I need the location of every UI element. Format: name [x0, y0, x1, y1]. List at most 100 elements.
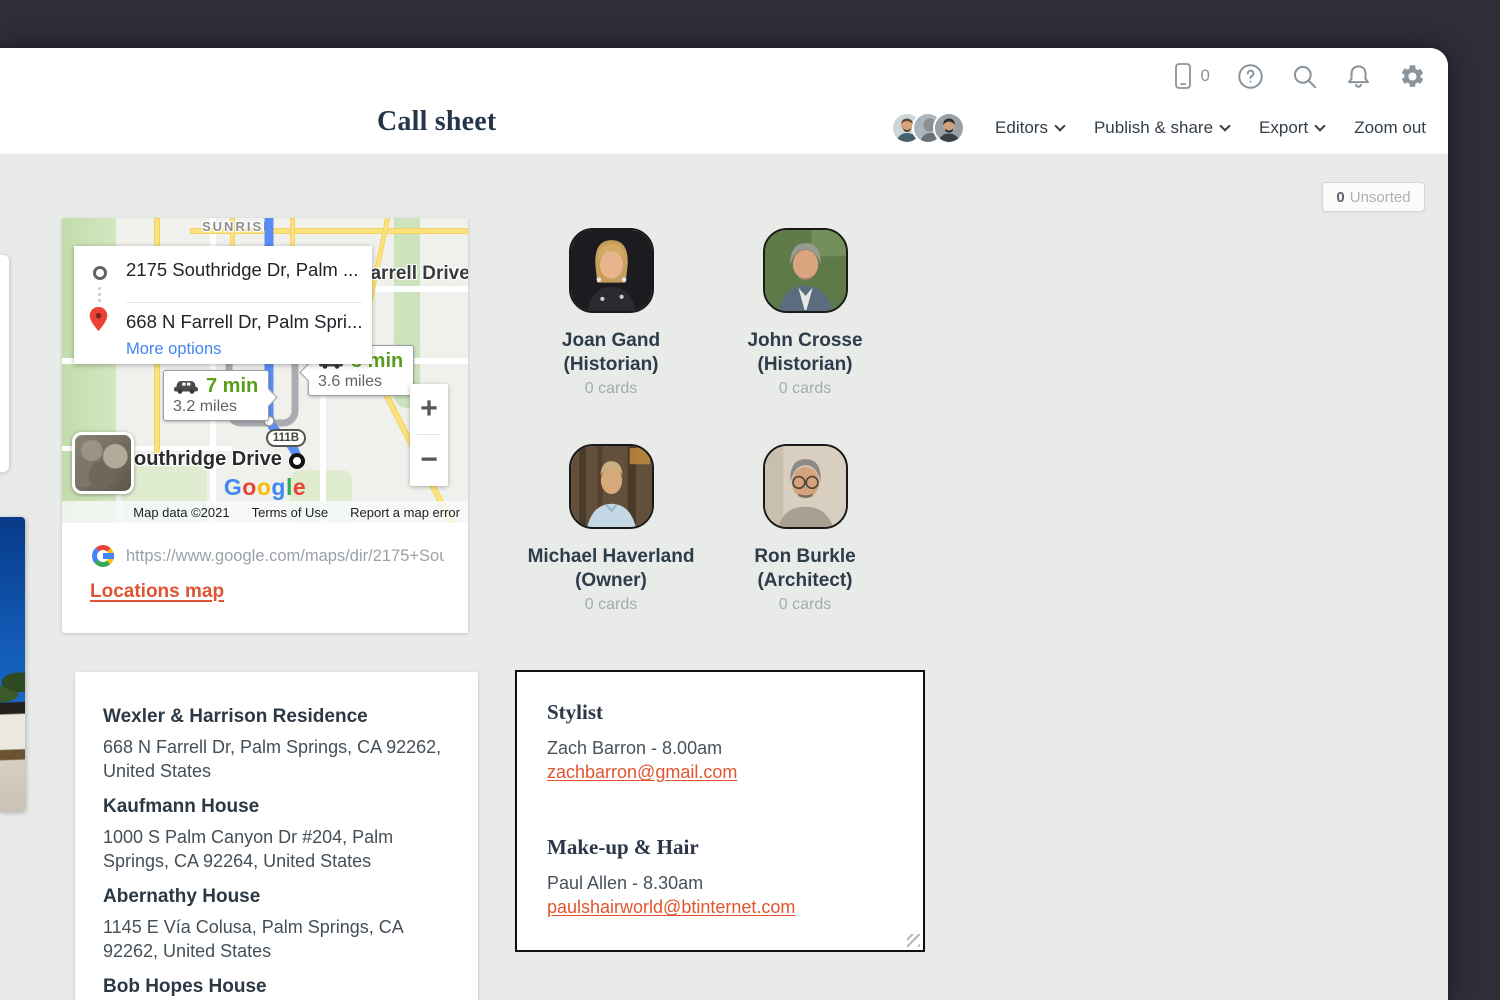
divider [126, 302, 362, 303]
location-title: Bob Hopes House [103, 976, 450, 998]
header: 0 Call sheet [0, 48, 1448, 155]
help-button[interactable] [1237, 63, 1264, 90]
map-zoom-control: + − [410, 384, 448, 486]
logo-letter: G [224, 474, 242, 500]
zoom-out-label: Zoom out [1354, 118, 1426, 138]
highway-shield: 111B [266, 429, 306, 447]
satellite-view-toggle[interactable] [72, 432, 134, 494]
publish-share-menu[interactable]: Publish & share [1094, 118, 1229, 138]
chevron-down-icon [1054, 120, 1065, 131]
offscreen-card-edge[interactable] [0, 255, 9, 472]
location-address: 668 N Farrell Dr, Palm Springs, CA 92262… [103, 735, 450, 783]
page-title: Call sheet [377, 106, 496, 138]
schedule-line: Paul Allen - 8.30am [547, 873, 893, 894]
avatar [763, 444, 848, 529]
schedule-line: Zach Barron - 8.00am [547, 738, 893, 759]
settings-button[interactable] [1399, 63, 1426, 90]
map-url-link[interactable]: https://www.google.com/maps/dir/2175+Sou… [92, 545, 444, 567]
google-logo: Google [210, 474, 320, 501]
person-name: Michael Haverland(Owner) [528, 545, 695, 593]
route-distance: 3.6 miles [318, 373, 403, 391]
schedule-heading: Stylist [547, 700, 893, 725]
avatar [569, 444, 654, 529]
gear-icon [1399, 63, 1426, 90]
editor-avatars[interactable] [891, 112, 965, 144]
app-window: 0 Call sheet [0, 48, 1448, 1000]
notifications-button[interactable] [1345, 63, 1372, 90]
search-button[interactable] [1291, 63, 1318, 90]
route-dots [98, 287, 101, 302]
origin-icon [93, 266, 107, 280]
logo-letter: l [286, 474, 293, 500]
logo-letter: o [257, 474, 272, 500]
chevron-down-icon [1315, 120, 1326, 131]
map-zoom-in-button[interactable]: + [410, 384, 448, 434]
car-icon [173, 379, 199, 394]
google-g-icon [92, 545, 114, 567]
map-attribution: Map data ©2021 Terms of Use Report a map… [62, 501, 468, 523]
export-label: Export [1259, 118, 1308, 138]
location-title: Wexler & Harrison Residence [103, 706, 450, 728]
person-card-michael-haverland[interactable]: Michael Haverland(Owner) 0 cards [501, 444, 721, 614]
person-cards-count: 0 cards [585, 380, 637, 398]
location-address: 1145 E Vía Colusa, Palm Springs, CA 9226… [103, 915, 450, 963]
directions-panel: 2175 Southridge Dr, Palm ... 668 N Farre… [74, 246, 372, 364]
google-map[interactable]: SUNRISE n Farrell Drive 111B 5 Southridg… [62, 218, 468, 523]
destination-address: 668 N Farrell Dr, Palm Spri... [126, 311, 362, 333]
schedule-card-selected[interactable]: Stylist Zach Barron - 8.00am zachbarron@… [515, 670, 925, 952]
location-address: 1000 S Palm Canyon Dr #204, Palm Springs… [103, 825, 450, 873]
unsorted-badge[interactable]: 0 Unsorted [1322, 182, 1425, 212]
header-menu-row: Editors Publish & share Export Zoom out [891, 110, 1426, 146]
unsorted-label: Unsorted [1350, 189, 1411, 206]
email-link[interactable]: zachbarron@gmail.com [547, 762, 737, 783]
schedule-section: Stylist Zach Barron - 8.00am zachbarron@… [547, 700, 893, 783]
zoom-out-button[interactable]: Zoom out [1354, 118, 1426, 138]
help-icon [1237, 63, 1264, 90]
origin-address: 2175 Southridge Dr, Palm ... [126, 259, 358, 281]
person-card-ron-burkle[interactable]: Ron Burkle(Architect) 0 cards [695, 444, 915, 614]
avatar [763, 228, 848, 313]
logo-letter: o [242, 474, 257, 500]
email-link[interactable]: paulshairworld@btinternet.com [547, 897, 795, 918]
logo-letter: g [271, 474, 286, 500]
locations-map-link[interactable]: Locations map [90, 581, 224, 603]
header-icon-row: 0 [1171, 58, 1426, 94]
chevron-down-icon [1219, 120, 1230, 131]
editor-avatar-3 [933, 112, 965, 144]
destination-pin-icon [89, 307, 108, 337]
route-time: 7 min [206, 375, 258, 398]
editors-menu[interactable]: Editors [995, 118, 1064, 138]
route-bubble-7min: 7 min 3.2 miles [163, 370, 269, 421]
search-icon [1291, 63, 1318, 90]
person-name: Ron Burkle(Architect) [754, 545, 855, 593]
device-count: 0 [1201, 66, 1210, 86]
editors-menu-label: Editors [995, 118, 1048, 138]
report-map-error-link[interactable]: Report a map error [350, 505, 460, 520]
bell-icon [1345, 63, 1372, 90]
map-card[interactable]: SUNRISE n Farrell Drive 111B 5 Southridg… [62, 218, 468, 633]
route-distance: 3.2 miles [173, 398, 258, 416]
logo-letter: e [293, 474, 306, 500]
offscreen-photo-card[interactable] [0, 517, 25, 812]
map-zoom-out-button[interactable]: − [410, 435, 448, 485]
map-url-text: https://www.google.com/maps/dir/2175+Sou… [126, 547, 444, 566]
person-cards-count: 0 cards [779, 596, 831, 614]
schedule-section: Make-up & Hair Paul Allen - 8.30am pauls… [547, 835, 893, 918]
person-card-joan-gand[interactable]: Joan Gand(Historian) 0 cards [501, 228, 721, 398]
device-preview-button[interactable]: 0 [1171, 62, 1210, 90]
unsorted-count: 0 [1336, 189, 1344, 206]
origin-marker-circle [289, 453, 305, 469]
person-name: John Crosse(Historian) [747, 329, 862, 377]
location-title: Kaufmann House [103, 796, 450, 818]
person-name: Joan Gand(Historian) [562, 329, 660, 377]
avatar [569, 228, 654, 313]
location-title: Abernathy House [103, 886, 450, 908]
mobile-device-icon [1171, 62, 1195, 90]
terms-of-use-link[interactable]: Terms of Use [252, 505, 329, 520]
publish-share-label: Publish & share [1094, 118, 1213, 138]
person-card-john-crosse[interactable]: John Crosse(Historian) 0 cards [695, 228, 915, 398]
locations-list-card[interactable]: Wexler & Harrison Residence 668 N Farrel… [75, 672, 478, 1000]
export-menu[interactable]: Export [1259, 118, 1324, 138]
more-options-link[interactable]: More options [126, 340, 221, 359]
person-cards-count: 0 cards [779, 380, 831, 398]
